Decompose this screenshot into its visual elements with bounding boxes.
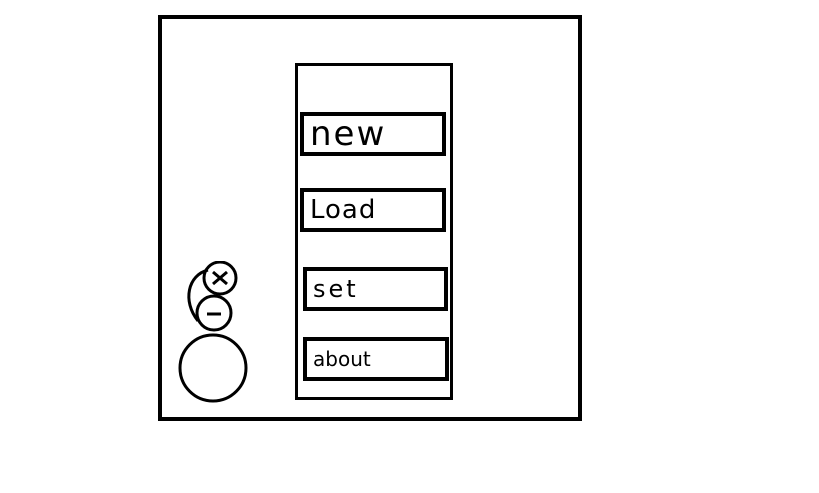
new-button-label: new xyxy=(310,114,387,154)
settings-button[interactable]: set xyxy=(303,267,448,311)
snowman-icon xyxy=(178,261,248,403)
settings-button-label: set xyxy=(313,275,359,303)
new-button[interactable]: new xyxy=(300,112,446,156)
main-menu-panel: new Load set about xyxy=(295,63,453,400)
main-window: new Load set about xyxy=(158,15,582,421)
about-button[interactable]: about xyxy=(303,337,449,381)
load-button[interactable]: Load xyxy=(300,188,446,232)
about-button-label: about xyxy=(313,347,371,371)
load-button-label: Load xyxy=(310,195,377,225)
